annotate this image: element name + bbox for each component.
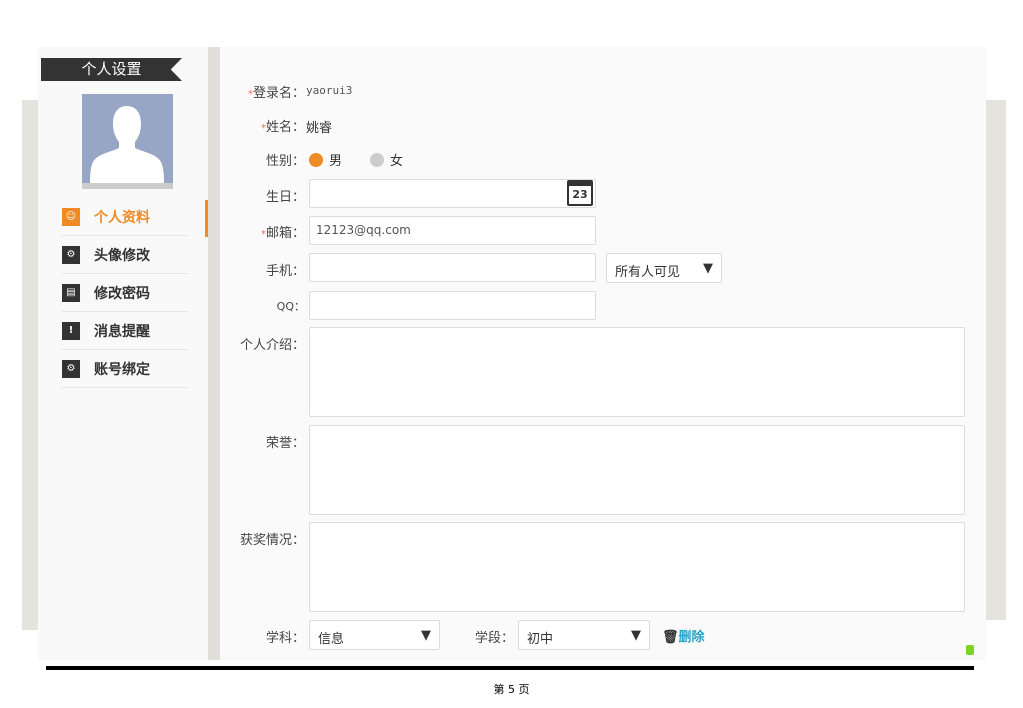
avatar-edit-icon: ⚙ [62,245,80,264]
sidebar-item-avatar[interactable]: ⚙ 头像修改 [62,236,188,274]
password-icon: ▤ [62,283,80,302]
name-label: *姓名： [260,120,305,135]
sidebar-item-messages[interactable]: ! 消息提醒 [62,312,188,350]
stage-value: 初中 [527,632,554,647]
message-alert-icon: ! [62,321,80,340]
chevron-down-icon: ▼ [421,628,431,643]
phone-label: 手机： [265,264,305,279]
gender-female-radio[interactable]: 女 [370,150,403,169]
sidebar-item-profile[interactable]: ☺ 个人资料 [62,198,188,236]
avatar[interactable] [82,94,173,189]
page-number: 第 5 页 [493,683,530,696]
trash-icon: 🗑 [662,630,679,645]
gender-female-label: 女 [390,154,404,169]
profile-icon: ☺ [62,207,80,226]
radio-checked-icon [309,153,323,167]
menu-label: 消息提醒 [94,323,150,340]
name-value: 姚睿 [306,121,333,136]
calendar-icon[interactable]: 23 [567,180,593,206]
sidebar-title: 个人设置 [41,58,182,81]
phone-visibility-value: 所有人可见 [615,265,681,280]
intro-textarea[interactable] [309,327,965,417]
gender-label: 性别： [265,154,305,169]
sidebar-item-password[interactable]: ▤ 修改密码 [62,274,188,312]
radio-unchecked-icon [370,153,384,167]
status-indicator [966,645,974,655]
awards-textarea[interactable] [309,522,965,612]
menu-label: 账号绑定 [94,361,150,378]
phone-input[interactable] [309,253,596,282]
chevron-down-icon: ▼ [703,261,713,276]
subject-label: 学科： [265,631,305,646]
gender-male-radio[interactable]: 男 [309,150,342,169]
account-bind-icon: ⚙ [62,359,80,378]
email-label: *邮箱： [260,226,305,241]
birthday-input[interactable] [309,179,596,208]
sidebar-item-binding[interactable]: ⚙ 账号绑定 [62,350,188,388]
stage-label: 学段： [475,631,515,646]
background-band [22,100,38,630]
subject-select[interactable]: 信息 ▼ [309,620,440,650]
subject-value: 信息 [318,632,345,647]
active-indicator [205,200,208,237]
intro-label: 个人介绍： [239,338,305,353]
awards-label: 获奖情况： [239,533,305,548]
chevron-down-icon: ▼ [631,628,641,643]
sidebar-divider [208,47,220,660]
phone-visibility-select[interactable]: 所有人可见 ▼ [606,253,722,283]
honor-textarea[interactable] [309,425,965,515]
gender-male-label: 男 [329,154,343,169]
login-label: *登录名： [247,86,305,101]
qq-input[interactable] [309,291,596,320]
email-input[interactable]: 12123@qq.com [309,216,596,245]
page-divider [46,666,974,670]
login-value: yaorui3 [306,84,353,97]
background-band [986,100,1006,620]
delete-label: 删除 [678,630,705,645]
menu-label: 修改密码 [94,285,150,302]
delete-button[interactable]: 🗑删除 [662,626,705,645]
menu-label: 个人资料 [94,209,150,226]
honor-label: 荣誉： [265,436,305,451]
qq-label: QQ： [276,300,305,313]
stage-select[interactable]: 初中 ▼ [518,620,650,650]
menu-label: 头像修改 [94,247,150,264]
birthday-label: 生日： [265,190,305,205]
